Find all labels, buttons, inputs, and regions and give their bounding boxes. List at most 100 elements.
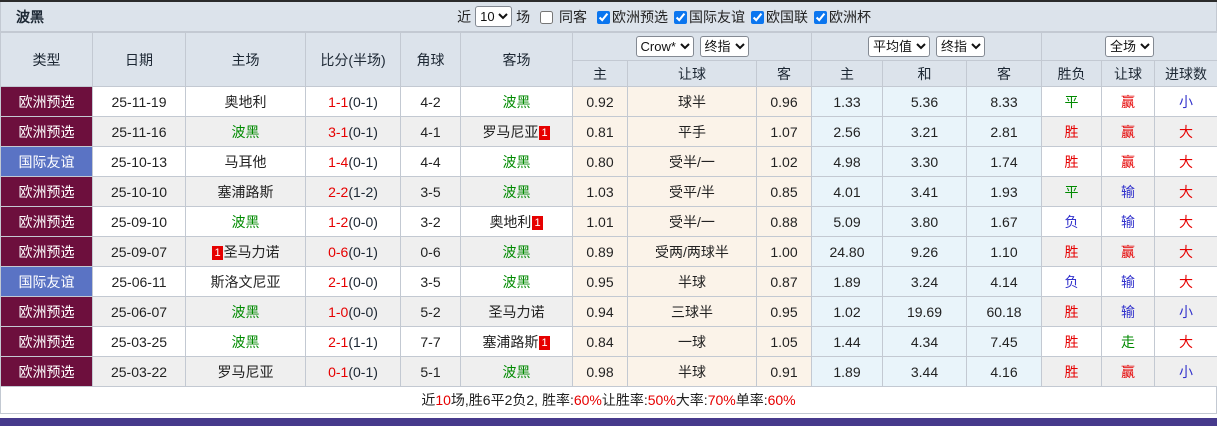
ah-away-odds: 0.85 xyxy=(770,183,798,200)
home-team-name[interactable]: 奥地利 xyxy=(225,94,267,110)
filter-option: 欧国联 xyxy=(745,9,808,25)
eu-away-odds: 4.16 xyxy=(990,363,1018,380)
home-team-name[interactable]: 波黑 xyxy=(232,304,260,320)
away-team-name[interactable]: 波黑 xyxy=(503,94,531,110)
filter-checkbox[interactable] xyxy=(814,10,827,24)
eu-home-odds-cell: 1.89 xyxy=(811,266,883,297)
home-team-name[interactable]: 波黑 xyxy=(232,214,260,230)
eu-home-odds-cell: 1.02 xyxy=(811,296,883,327)
away-team-name[interactable]: 圣马力诺 xyxy=(489,304,545,320)
eu-draw-odds: 3.30 xyxy=(910,153,939,170)
eu-away-odds-cell: 1.93 xyxy=(965,176,1043,207)
ah-line-cell: 受平/半 xyxy=(627,176,757,207)
ah-away-odds: 1.05 xyxy=(770,333,798,350)
subheader-ah-line: 让球 xyxy=(627,60,757,87)
eu-draw-odds-cell: 19.69 xyxy=(882,296,967,327)
halftime-score: (0-1) xyxy=(348,153,378,170)
goals-result-label: 大 xyxy=(1179,243,1194,260)
away-team-name[interactable]: 塞浦路斯 xyxy=(482,334,538,350)
away-team-name[interactable]: 波黑 xyxy=(503,274,531,290)
filter-checkbox[interactable] xyxy=(751,10,764,24)
filter-label: 国际友谊 xyxy=(689,8,745,25)
home-team-name[interactable]: 斯洛文尼亚 xyxy=(211,274,281,290)
eu-away-odds-cell: 8.33 xyxy=(965,86,1043,117)
filter-checkbox[interactable] xyxy=(597,10,610,24)
handicap-select-group: Crow* 终指 xyxy=(572,32,812,61)
home-team-name[interactable]: 圣马力诺 xyxy=(224,244,280,260)
goals-result-label: 小 xyxy=(1179,93,1194,110)
away-team-name[interactable]: 波黑 xyxy=(503,154,531,170)
goals-result-cell: 小 xyxy=(1154,356,1217,387)
eu-home-odds-cell: 24.80 xyxy=(811,236,883,267)
handicap-final-select[interactable]: 终指 xyxy=(699,36,749,57)
outcome-label: 胜 xyxy=(1064,363,1079,380)
fulltime-score: 1-1 xyxy=(328,93,349,110)
home-team-name[interactable]: 波黑 xyxy=(232,124,260,140)
score-cell: 2-2(1-2) xyxy=(305,176,401,207)
away-team-name[interactable]: 波黑 xyxy=(503,184,531,200)
away-team-name[interactable]: 波黑 xyxy=(503,364,531,380)
fulltime-score: 1-4 xyxy=(328,153,349,170)
team-title: 波黑 xyxy=(16,8,44,25)
corner-score: 4-4 xyxy=(420,153,441,170)
recent-count-select[interactable]: 10 xyxy=(475,6,513,27)
ah-home-odds: 0.89 xyxy=(586,243,614,260)
competition-label: 欧洲预选 xyxy=(18,243,75,260)
home-team-name[interactable]: 波黑 xyxy=(232,334,260,350)
home-team-name[interactable]: 马耳他 xyxy=(225,154,267,170)
same-away-checkbox[interactable] xyxy=(540,10,554,24)
eu-away-odds: 1.93 xyxy=(990,183,1018,200)
eu-home-odds: 4.01 xyxy=(833,183,861,200)
summary-segment: 60% xyxy=(573,392,602,408)
average-select[interactable]: 平均值 xyxy=(868,36,930,57)
recent-label: 近 xyxy=(457,8,472,25)
halftime-score: (0-1) xyxy=(348,93,378,110)
summary-segment: 大率: xyxy=(675,392,708,408)
eu-away-odds-cell: 1.74 xyxy=(965,146,1043,177)
halftime-score: (0-0) xyxy=(348,213,378,230)
away-team-name[interactable]: 奥地利 xyxy=(489,214,531,230)
goals-result-cell: 大 xyxy=(1154,116,1217,147)
ah-line-cell: 受半/一 xyxy=(627,146,757,177)
away-team-cell: 波黑 xyxy=(460,86,573,117)
halftime-score: (1-1) xyxy=(348,333,378,350)
competition-cell: 欧洲预选 xyxy=(0,236,93,267)
ah-line-cell: 受半/一 xyxy=(627,206,757,237)
eu-home-odds-cell: 1.89 xyxy=(811,356,883,387)
goals-result-label: 小 xyxy=(1179,303,1194,320)
goals-result-label: 大 xyxy=(1179,213,1194,230)
outcome-cell: 胜 xyxy=(1041,326,1103,357)
home-team-name[interactable]: 罗马尼亚 xyxy=(218,364,274,380)
date-cell: 25-09-07 xyxy=(92,236,186,267)
away-team-cell: 波黑 xyxy=(460,236,573,267)
home-team-cell: 奥地利 xyxy=(185,86,306,117)
bookmaker-select[interactable]: Crow* xyxy=(635,36,694,57)
filter-checkbox[interactable] xyxy=(674,10,687,24)
scope-select[interactable]: 全场 xyxy=(1105,36,1155,57)
competition-cell: 欧洲预选 xyxy=(0,326,93,357)
away-team-name[interactable]: 波黑 xyxy=(503,244,531,260)
outcome-label: 负 xyxy=(1064,213,1079,230)
home-team-name[interactable]: 塞浦路斯 xyxy=(218,184,274,200)
ah-away-odds: 1.07 xyxy=(770,123,798,140)
corner-cell: 7-7 xyxy=(400,326,461,357)
ah-line-cell: 半球 xyxy=(627,266,757,297)
date-cell: 25-10-10 xyxy=(92,176,186,207)
date-cell: 25-06-11 xyxy=(92,266,186,297)
corner-cell: 4-1 xyxy=(400,116,461,147)
match-table: 类型 日期 主场 比分(半场) 角球 客场 Crow* 终指 平均值 终指 全场… xyxy=(0,32,1217,387)
date-label: 25-03-22 xyxy=(110,363,168,380)
eu-draw-odds-cell: 4.34 xyxy=(882,326,967,357)
score-cell: 1-1(0-1) xyxy=(305,86,401,117)
subheader-ah-home: 主 xyxy=(572,60,628,87)
eu-away-odds-cell: 60.18 xyxy=(965,296,1043,327)
handicap-result-cell: 走 xyxy=(1101,326,1156,357)
outcome-cell: 胜 xyxy=(1041,356,1103,387)
handicap-result-label: 输 xyxy=(1121,303,1136,320)
score-cell: 0-1(0-1) xyxy=(305,356,401,387)
eu-away-odds: 60.18 xyxy=(986,303,1022,320)
fulltime-score: 3-1 xyxy=(328,123,349,140)
away-team-name[interactable]: 罗马尼亚 xyxy=(482,124,538,140)
odds-final-select[interactable]: 终指 xyxy=(936,36,985,57)
eu-draw-odds-cell: 3.80 xyxy=(882,206,967,237)
